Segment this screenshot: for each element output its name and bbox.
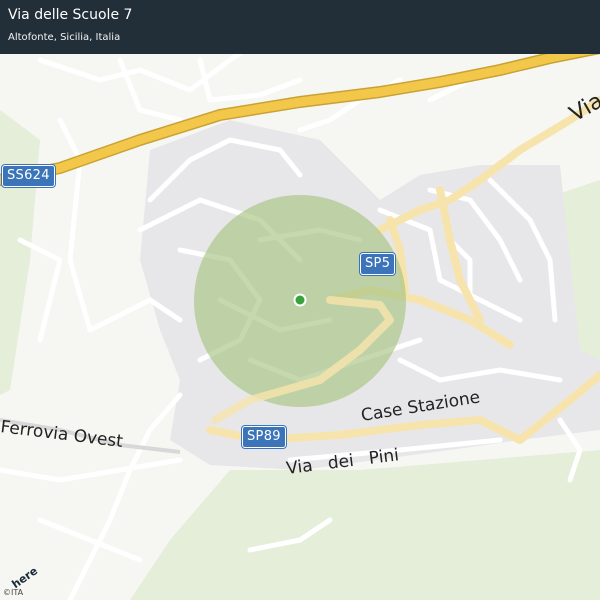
road-shield-sp5: SP5 bbox=[360, 253, 396, 275]
address-subtitle: Altofonte, Sicilia, Italia bbox=[8, 32, 121, 43]
road-shield-ss624: SS624 bbox=[2, 165, 55, 187]
map-canvas[interactable]: Ferrovia Ovest Case Stazione Via dei Pin… bbox=[0, 0, 600, 600]
road-shield-sp89: SP89 bbox=[242, 426, 286, 448]
here-logo-text: here bbox=[10, 566, 41, 590]
location-header: Via delle Scuole 7 Altofonte, Sicilia, I… bbox=[0, 0, 600, 54]
copyright-text: ©ITA bbox=[3, 588, 24, 597]
location-dot bbox=[295, 295, 305, 305]
here-logo: here bbox=[10, 566, 41, 590]
address-title: Via delle Scuole 7 bbox=[8, 7, 133, 23]
